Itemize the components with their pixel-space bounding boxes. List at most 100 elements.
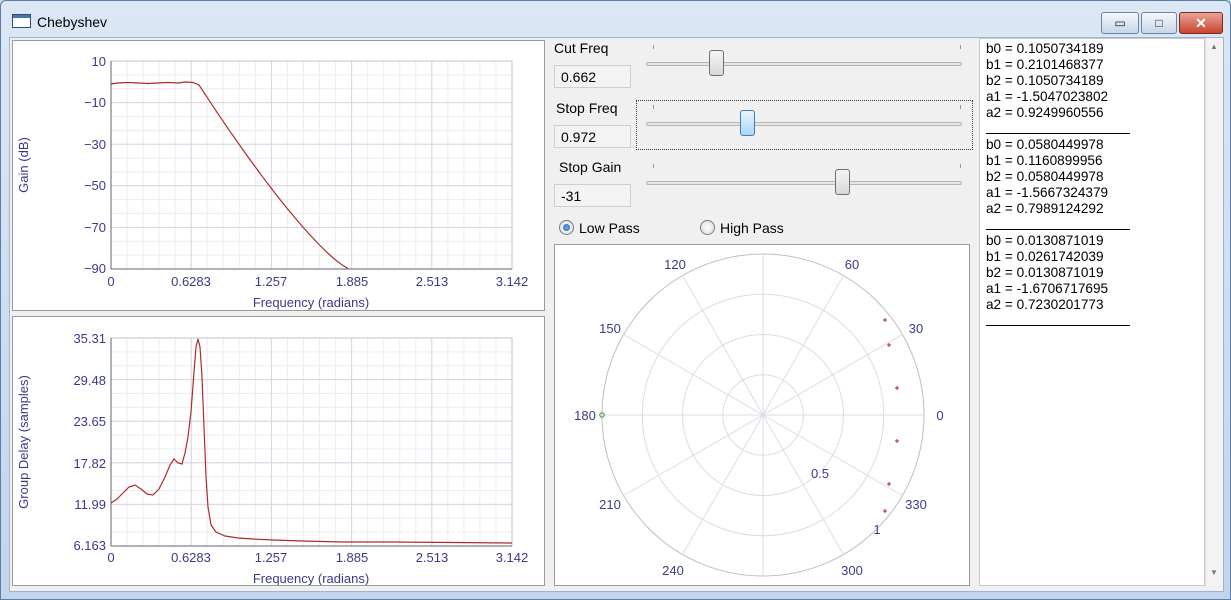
stop-gain-slider-thumb[interactable] (834, 169, 850, 195)
client-area: 10 −10 −30 −50 −70 −90 0 0.6283 1.257 1.… (9, 37, 1224, 592)
polar-radius-label: 1 (873, 522, 880, 537)
delay-xtick: 1.885 (336, 550, 369, 565)
coefficient-line: a2 = 0.7989124292 (986, 201, 1104, 216)
polar-spoke (762, 334, 903, 416)
coefficient-line: b2 = 0.0130871019 (986, 265, 1104, 280)
stop-freq-tick (653, 105, 654, 109)
stop-gain-value[interactable]: -31 (554, 184, 631, 207)
coefficient-line: b0 = 0.0130871019 (986, 233, 1104, 248)
cut-freq-slider-track[interactable] (646, 62, 962, 66)
gain-ytick: −30 (84, 137, 106, 152)
scroll-up-icon[interactable]: ▲ (1210, 42, 1218, 51)
gain-xtick: 0 (107, 274, 114, 289)
stop-freq-tick (960, 105, 961, 109)
polar-angle-label: 60 (845, 257, 859, 272)
gain-ytick: −70 (84, 220, 106, 235)
cut-freq-label: Cut Freq (554, 40, 609, 56)
coefficient-line: a1 = -1.6706717695 (986, 281, 1109, 296)
coefficient-line: b1 = 0.2101468377 (986, 57, 1104, 72)
polar-spoke (762, 414, 903, 496)
stop-freq-value[interactable]: 0.972 (554, 125, 631, 148)
delay-ylabel: Group Delay (samples) (16, 375, 31, 509)
cut-freq-value[interactable]: 0.662 (554, 65, 631, 88)
coefficient-line: b1 = 0.1160899956 (986, 153, 1103, 168)
gain-xtick: 0.6283 (171, 274, 211, 289)
gain-ylabel: Gain (dB) (16, 137, 31, 193)
coefficient-line: b0 = 0.0580449978 (986, 137, 1104, 152)
delay-xtick: 0 (107, 550, 114, 565)
gain-xtick: 3.142 (496, 274, 529, 289)
coefficient-line: a2 = 0.7230201773 (986, 297, 1104, 312)
stop-freq-label: Stop Freq (556, 100, 618, 116)
delay-ytick: 29.48 (73, 373, 106, 388)
delay-plot-panel: 35.31 29.48 23.65 17.82 11.99 6.163 0 0.… (12, 316, 545, 586)
gain-ytick: 10 (92, 54, 106, 69)
coefficient-line: b2 = 0.0580449978 (986, 169, 1104, 184)
polar-angle-label: 330 (905, 497, 927, 512)
polar-angle-label: 30 (909, 321, 923, 336)
app-window-icon (12, 14, 31, 28)
stop-gain-slider-track[interactable] (646, 181, 962, 185)
low-pass-label[interactable]: Low Pass (579, 220, 640, 236)
pole-zero-plot: 0 30 60 120 150 180 210 240 300 330 0.5 … (574, 253, 944, 578)
polar-spoke (762, 414, 844, 555)
cut-freq-tick (960, 45, 961, 49)
gain-ytick: −90 (84, 261, 106, 276)
coefficient-line: b1 = 0.0261742039 (986, 249, 1104, 264)
app-window: Chebyshev ▭ □ ✕ 10 −10 −30 −50 −70 −90 0… (0, 0, 1231, 600)
gain-ytick: −10 (84, 95, 106, 110)
window-title: Chebyshev (37, 14, 108, 30)
coefficient-line: a1 = -1.5667324379 (986, 185, 1109, 200)
pole-zero-panel: 0 30 60 120 150 180 210 240 300 330 0.5 … (554, 244, 970, 586)
coefficient-line: b0 = 0.1050734189 (986, 41, 1104, 56)
low-pass-radio[interactable] (559, 220, 574, 235)
high-pass-label[interactable]: High Pass (720, 220, 784, 236)
minimize-button[interactable]: ▭ (1101, 12, 1139, 34)
polar-angle-label: 0 (936, 408, 943, 423)
maximize-button[interactable]: □ (1141, 12, 1177, 34)
gain-plot-grid (111, 61, 512, 269)
gain-plot: 10 −10 −30 −50 −70 −90 0 0.6283 1.257 1.… (16, 54, 529, 310)
section-separator (986, 325, 1130, 326)
delay-curve (110, 338, 513, 544)
gain-ytick: −50 (84, 178, 106, 193)
delay-ytick: 6.163 (73, 538, 106, 553)
coefficient-line: b2 = 0.1050734189 (986, 73, 1104, 88)
stop-gain-tick (960, 164, 961, 168)
polar-angle-label: 180 (574, 408, 596, 423)
gain-plot-panel: 10 −10 −30 −50 −70 −90 0 0.6283 1.257 1.… (12, 40, 545, 311)
polar-angle-label: 300 (841, 563, 863, 578)
stop-freq-slider-track[interactable] (646, 122, 962, 126)
gain-xtick: 2.513 (416, 274, 449, 289)
gain-xlabel: Frequency (radians) (253, 295, 369, 310)
stop-gain-label: Stop Gain (559, 159, 622, 175)
gain-xtick: 1.885 (336, 274, 369, 289)
polar-angle-label: 210 (599, 497, 621, 512)
stop-freq-slider-thumb[interactable] (740, 110, 756, 136)
cut-freq-tick (653, 45, 654, 49)
cut-freq-slider-thumb[interactable] (708, 50, 724, 76)
title-bar[interactable]: Chebyshev ▭ □ ✕ (1, 1, 1230, 37)
close-button[interactable]: ✕ (1179, 12, 1223, 34)
delay-ytick: 35.31 (73, 331, 106, 346)
delay-xtick: 0.6283 (171, 550, 211, 565)
polar-angle-label: 150 (599, 321, 621, 336)
coefficient-list[interactable]: b0 = 0.1050734189 b1 = 0.2101468377 b2 = 0… (979, 38, 1205, 586)
delay-plot-frame (110, 337, 513, 547)
gain-plot-frame (110, 60, 513, 270)
coefficient-scrollbar[interactable]: ▲ ▼ (1205, 38, 1223, 586)
stop-gain-tick (653, 164, 654, 168)
high-pass-radio[interactable] (700, 220, 715, 235)
gain-xtick: 1.257 (255, 274, 288, 289)
coefficient-line: a2 = 0.9249960556 (986, 105, 1104, 120)
delay-xtick: 2.513 (416, 550, 449, 565)
delay-plot: 35.31 29.48 23.65 17.82 11.99 6.163 0 0.… (16, 331, 529, 586)
section-separator (986, 133, 1130, 134)
polar-spoke (762, 275, 844, 416)
scroll-down-icon[interactable]: ▼ (1210, 568, 1218, 577)
polar-angle-label: 240 (662, 563, 684, 578)
polar-radius-label: 0.5 (811, 466, 829, 481)
delay-xtick: 3.142 (496, 550, 529, 565)
polar-spoke (623, 414, 764, 496)
delay-ytick: 23.65 (73, 414, 106, 429)
